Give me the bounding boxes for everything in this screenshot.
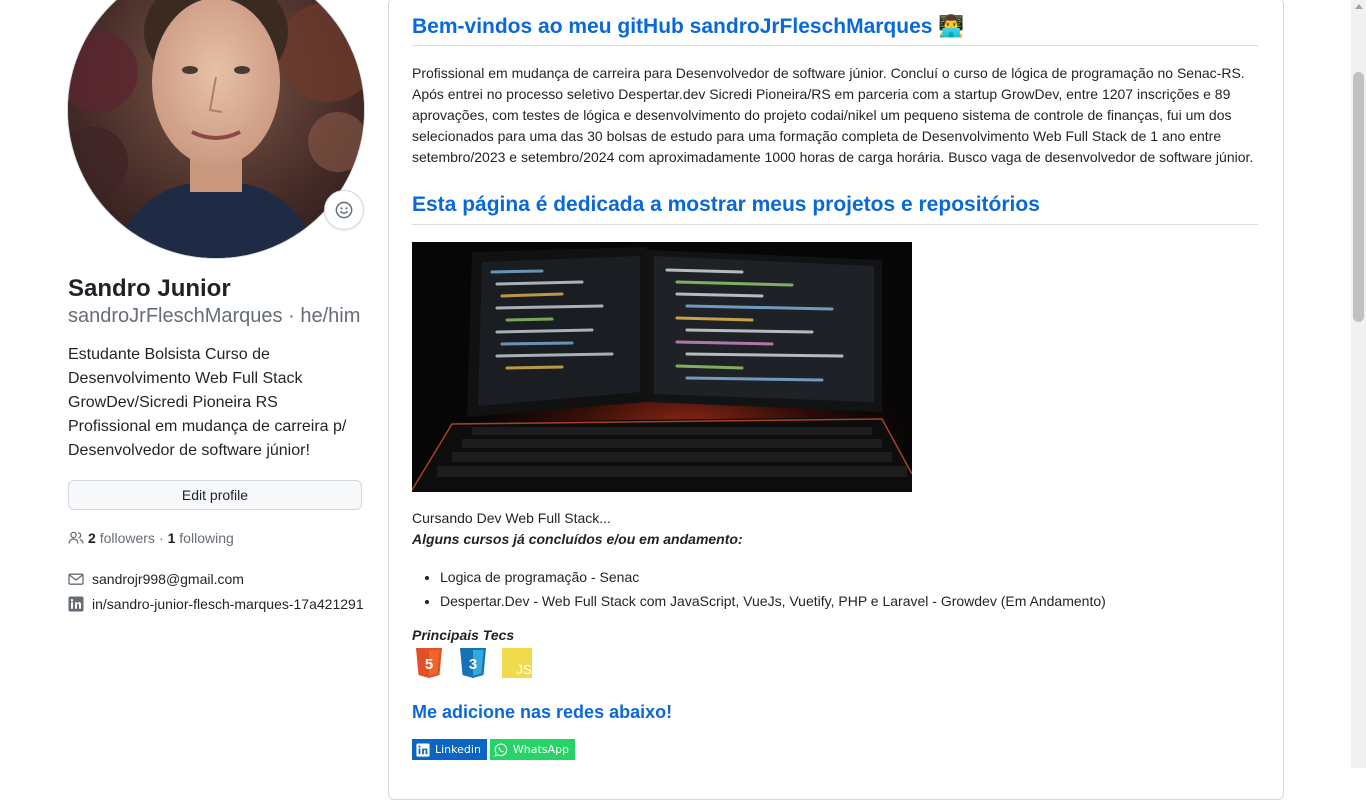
- linkedin-badge[interactable]: Linkedin: [412, 739, 487, 760]
- studying-text: Cursando Dev Web Full Stack...: [412, 510, 611, 526]
- list-item: Despertar.Dev - Web Full Stack com JavaS…: [440, 589, 1106, 613]
- edit-profile-button[interactable]: Edit profile: [68, 480, 362, 510]
- css3-shield: 3: [460, 648, 486, 678]
- following-count: 1: [167, 530, 176, 546]
- avatar-container: [68, 0, 364, 258]
- intro-paragraph: Profissional em mudança de carreira para…: [412, 65, 1254, 165]
- coding-banner-image: [412, 242, 912, 492]
- html5-shield: 5: [416, 648, 442, 678]
- followers-count: 2: [88, 530, 96, 546]
- avatar-photo: [68, 0, 364, 258]
- email-link[interactable]: sandrojr998@gmail.com: [92, 569, 244, 589]
- follow-separator: ·: [158, 530, 164, 546]
- profile-username: sandroJrFleschMarques · he/him: [68, 303, 360, 329]
- scroll-up-arrow-icon[interactable]: [1355, 4, 1363, 9]
- avatar[interactable]: [68, 0, 364, 258]
- javascript-square: JS: [502, 648, 532, 678]
- scrollbar-thumb[interactable]: [1353, 72, 1364, 322]
- pronouns-separator: ·: [288, 305, 295, 327]
- profile-bio: Estudante Bolsista Curso de Desenvolvime…: [68, 346, 347, 459]
- tecs-icons: 5 3 JS: [412, 646, 534, 680]
- dedicated-heading: Esta página é dedicada a mostrar meus pr…: [412, 191, 1258, 225]
- whatsapp-icon: [494, 742, 508, 757]
- whatsapp-badge[interactable]: WhatsApp: [489, 739, 576, 760]
- mail-icon: [68, 573, 84, 585]
- keyboard-monitor-illustration: [412, 242, 912, 492]
- html5-label: 5: [425, 656, 433, 673]
- courses-heading: Alguns cursos já concluídos e/ou em anda…: [412, 531, 743, 547]
- set-status-button[interactable]: [324, 190, 364, 230]
- linkedin-item: in/sandro-junior-flesch-marques-17a42129…: [68, 594, 364, 614]
- javascript-icon: JS: [500, 646, 534, 680]
- username-text: sandroJrFleschMarques: [68, 305, 283, 327]
- linkedin-icon: [416, 742, 430, 757]
- welcome-heading: Bem-vindos ao meu gitHub sandroJrFleschM…: [412, 13, 1258, 46]
- followers-link[interactable]: 2 followers: [88, 528, 155, 548]
- people-icon: [68, 531, 84, 544]
- tecs-heading: Principais Tecs: [412, 627, 515, 643]
- html5-icon: 5: [412, 646, 446, 680]
- css3-icon: 3: [456, 646, 490, 680]
- pronouns: he/him: [300, 305, 361, 327]
- social-badges: Linkedin WhatsApp: [412, 739, 576, 760]
- css3-label: 3: [469, 656, 477, 673]
- following-link[interactable]: 1 following: [168, 528, 234, 548]
- following-label: following: [179, 530, 234, 546]
- email-item: sandrojr998@gmail.com: [68, 569, 244, 589]
- linkedin-icon: [68, 596, 84, 612]
- linkedin-badge-label: Linkedin: [435, 743, 481, 756]
- javascript-label: JS: [516, 662, 532, 677]
- linkedin-link[interactable]: in/sandro-junior-flesch-marques-17a42129…: [92, 594, 364, 614]
- social-heading: Me adicione nas redes abaixo!: [412, 702, 673, 722]
- list-item: Logica de programação - Senac: [440, 565, 1106, 589]
- courses-list: Logica de programação - Senac Despertar.…: [412, 565, 1106, 613]
- follow-stats: 2 followers · 1 following: [68, 528, 234, 548]
- followers-label: followers: [99, 530, 155, 546]
- whatsapp-badge-label: WhatsApp: [512, 743, 570, 756]
- smiley-icon: [335, 201, 353, 219]
- profile-name: Sandro Junior: [68, 275, 231, 302]
- page-scrollbar[interactable]: [1351, 0, 1366, 768]
